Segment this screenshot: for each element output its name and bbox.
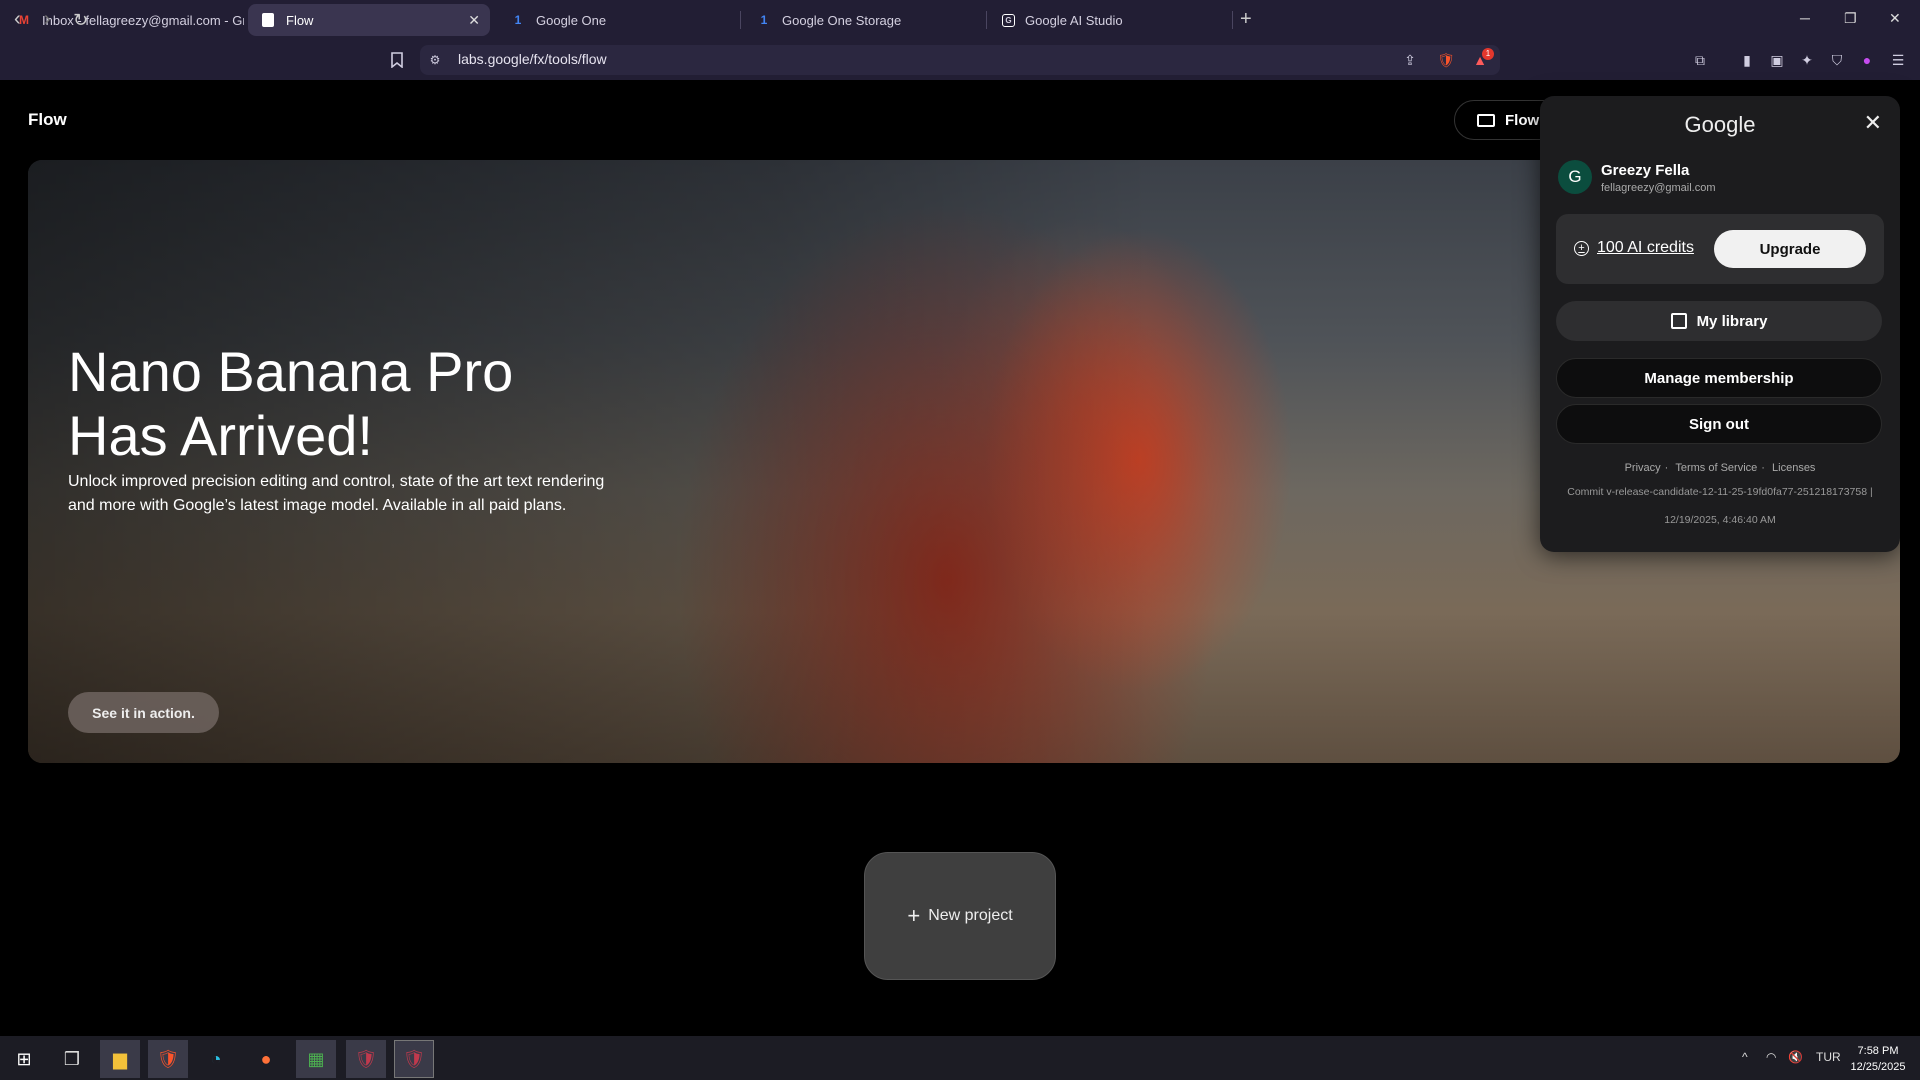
wallet-icon[interactable]: ▣ xyxy=(1767,50,1787,70)
build-date: 12/19/2025, 4:46:40 AM xyxy=(1664,514,1776,526)
upgrade-button[interactable]: Upgrade xyxy=(1714,230,1866,268)
google-one-icon: 1 xyxy=(514,13,522,27)
hero-title-line1: Nano Banana Pro xyxy=(68,340,514,403)
ai-credits-link[interactable]: + 100 AI credits xyxy=(1574,239,1694,257)
commit-info: Commit v-release-candidate-12-11-25-19fd… xyxy=(1567,486,1873,498)
spreadsheet-icon[interactable]: ▦ xyxy=(296,1040,336,1078)
network-icon[interactable]: ◠ xyxy=(1766,1050,1776,1064)
tab-separator xyxy=(740,11,741,29)
see-it-in-action-button[interactable]: See it in action. xyxy=(68,692,219,733)
language-indicator[interactable]: TUR xyxy=(1816,1050,1841,1064)
google-logo: Google xyxy=(1684,112,1756,137)
hero-description: Unlock improved precision editing and co… xyxy=(68,473,605,514)
tab-flow[interactable]: Flow ✕ xyxy=(248,4,490,36)
terms-link[interactable]: Terms of Service xyxy=(1675,462,1757,474)
plus-icon: + xyxy=(907,903,921,928)
tab-google-one-storage[interactable]: 1 Google One Storage xyxy=(744,4,984,36)
tab-separator xyxy=(1232,11,1233,29)
reload-icon[interactable]: ↻ xyxy=(73,10,88,31)
notification-badge: 1 xyxy=(1482,48,1494,60)
firefox-icon[interactable]: ● xyxy=(246,1040,286,1078)
hero-title-line2: Has Arrived! xyxy=(68,404,373,467)
tab-label: Google AI Studio xyxy=(1025,12,1123,28)
licenses-link[interactable]: Licenses xyxy=(1772,462,1815,474)
site-info-icon[interactable]: ⚙ xyxy=(425,50,445,70)
credits-plus-icon: + xyxy=(1574,240,1589,256)
account-email: fellagreezy@gmail.com xyxy=(1601,182,1716,194)
start-icon[interactable]: ⊞ xyxy=(4,1040,44,1078)
tab-label: Google One xyxy=(536,12,607,28)
profile-icon[interactable]: ● xyxy=(1857,50,1877,70)
close-window-icon[interactable]: ✕ xyxy=(1889,10,1901,27)
my-library-label: My library xyxy=(1696,312,1768,330)
account-popover: Google ✕ G Greezy Fella fellagreezy@gmai… xyxy=(1540,96,1900,552)
clock[interactable]: 7:58 PM 12/25/2025 xyxy=(1840,1043,1916,1075)
hero-title: Nano Banana Pro Has Arrived! xyxy=(68,340,628,468)
vpn-icon[interactable]: ⛉ xyxy=(1827,50,1847,70)
avatar: G xyxy=(1558,160,1592,194)
account-name: Greezy Fella xyxy=(1601,162,1690,179)
back-icon[interactable]: ‹ xyxy=(14,8,21,31)
clock-date: 12/25/2025 xyxy=(1850,1061,1906,1073)
google-one-icon: 1 xyxy=(760,13,768,27)
sign-out-button[interactable]: Sign out xyxy=(1556,404,1882,444)
clock-time: 7:58 PM xyxy=(1857,1045,1899,1057)
monitor-icon xyxy=(1477,113,1495,127)
tab-label: Google One Storage xyxy=(782,12,902,28)
volume-muted-icon[interactable]: 🔇 xyxy=(1788,1050,1803,1064)
close-tab-icon[interactable]: ✕ xyxy=(468,12,480,29)
tab-label: Flow xyxy=(286,12,314,28)
share-icon[interactable]: ⇪ xyxy=(1400,50,1420,70)
new-project-button[interactable]: + New project xyxy=(864,852,1056,980)
flow-button-label: Flow xyxy=(1505,111,1540,129)
forward-icon[interactable]: › xyxy=(44,8,51,31)
task-view-icon[interactable]: ❒ xyxy=(52,1040,92,1078)
credits-panel: + 100 AI credits Upgrade xyxy=(1556,214,1884,284)
chevron-up-icon[interactable]: ^ xyxy=(1742,1050,1748,1064)
screenshot-icon[interactable]: ⧉ xyxy=(1690,50,1710,70)
library-icon xyxy=(1670,313,1687,329)
file-explorer-icon[interactable]: ▆ xyxy=(100,1040,140,1078)
edge-icon[interactable]: ◔ xyxy=(196,1040,236,1078)
taskbar xyxy=(0,1036,1920,1080)
close-icon[interactable]: ✕ xyxy=(1864,110,1882,136)
tab-google-one[interactable]: 1 Google One xyxy=(498,4,738,36)
ai-credits-label: 100 AI credits xyxy=(1597,239,1694,256)
brave-browser-icon[interactable]: 🛡 xyxy=(394,1040,434,1078)
url-text[interactable]: labs.google/fx/tools/flow xyxy=(458,51,607,67)
page-title[interactable]: Flow xyxy=(28,110,67,130)
restore-icon[interactable]: ❐ xyxy=(1844,10,1857,27)
privacy-link[interactable]: Privacy xyxy=(1625,462,1661,474)
new-tab-button[interactable]: + xyxy=(1240,8,1252,31)
tab-gmail[interactable]: M Inbox - fellagreezy@gmail.com - Gm xyxy=(4,4,244,36)
brave-browser-icon[interactable]: 🛡 xyxy=(148,1040,188,1078)
ai-studio-icon: G xyxy=(1002,13,1015,27)
leo-ai-icon[interactable]: ✦ xyxy=(1797,50,1817,70)
brave-browser-icon[interactable]: 🛡 xyxy=(346,1040,386,1078)
tab-google-ai-studio[interactable]: G Google AI Studio xyxy=(990,4,1230,36)
footer-links: Privacy · Terms of Service · Licenses xyxy=(1624,462,1816,474)
manage-membership-button[interactable]: Manage membership xyxy=(1556,358,1882,398)
minimize-icon[interactable]: ─ xyxy=(1800,10,1810,26)
tab-separator xyxy=(986,11,987,29)
new-project-label: New project xyxy=(928,907,1013,924)
bookmark-icon[interactable] xyxy=(387,50,407,70)
sidebar-icon[interactable]: ▮ xyxy=(1737,50,1757,70)
brave-shields-icon[interactable]: 🛡 xyxy=(1436,50,1456,70)
my-library-button[interactable]: My library xyxy=(1556,301,1882,341)
page-icon xyxy=(260,12,276,28)
menu-icon[interactable]: ☰ xyxy=(1888,50,1908,70)
